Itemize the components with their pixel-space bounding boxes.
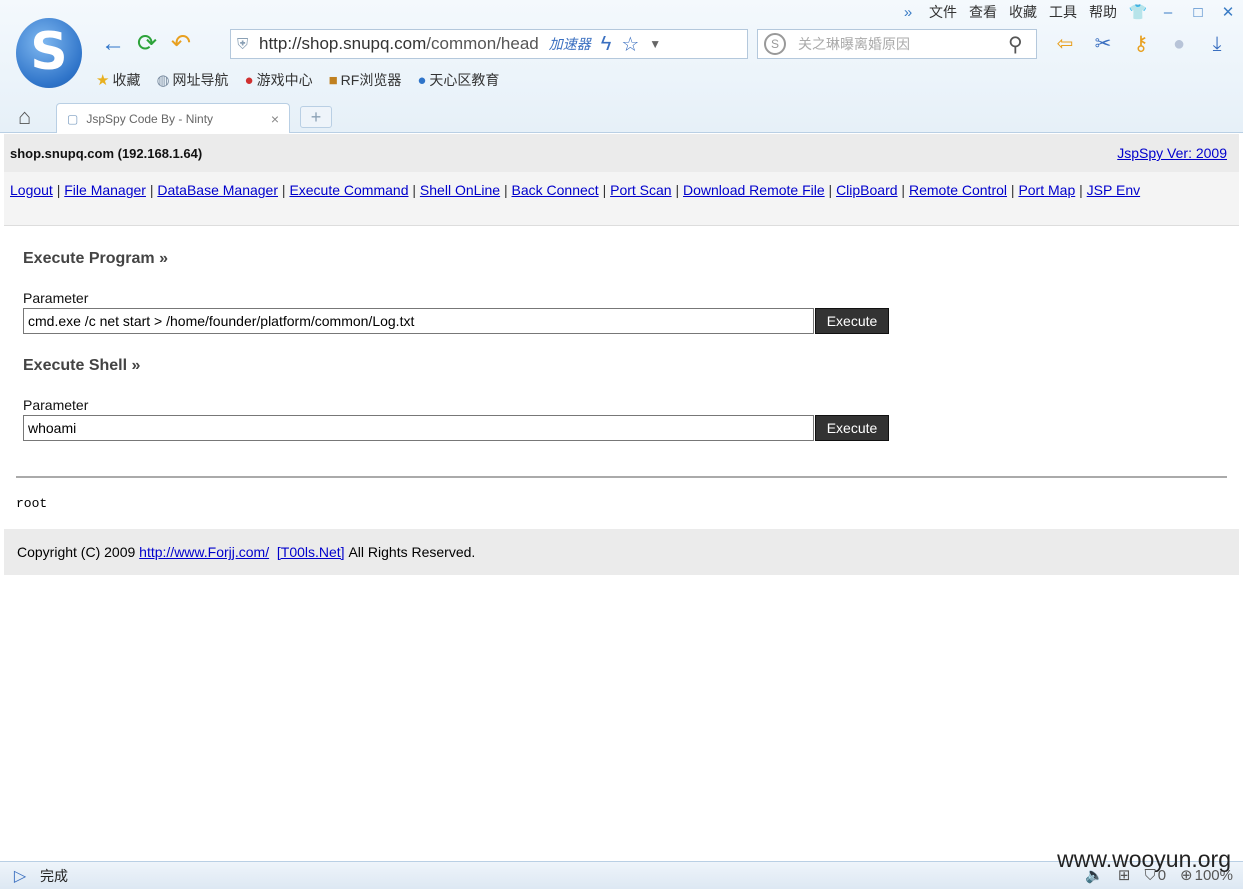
menu-back-connect[interactable]: Back Connect xyxy=(512,182,599,198)
download-icon[interactable]: ⤓ xyxy=(1198,30,1236,58)
menu-logout[interactable]: Logout xyxy=(10,182,53,198)
more-options-icon[interactable]: ● xyxy=(1160,30,1198,58)
forjj-link[interactable]: http://www.Forjj.com/ xyxy=(139,544,269,560)
program-parameter-input[interactable] xyxy=(23,308,814,334)
page-icon: ▢ xyxy=(67,111,79,126)
address-url-path: /common/head xyxy=(426,34,539,53)
sidebar-toggle-icon[interactable]: ▷ xyxy=(0,866,40,886)
execute-program-button[interactable]: Execute xyxy=(815,308,889,334)
menu-port-map[interactable]: Port Map xyxy=(1018,182,1075,198)
back-arrow-icon[interactable]: ← xyxy=(96,30,130,58)
version-link[interactable]: JspSpy Ver: 2009 xyxy=(1117,145,1227,161)
page-content: shop.snupq.com (192.168.1.64) JspSpy Ver… xyxy=(4,134,1239,860)
baidu-icon: ● xyxy=(417,71,427,89)
menu-jsp-env[interactable]: JSP Env xyxy=(1087,182,1140,198)
menu-view[interactable]: 查看 xyxy=(963,2,1003,22)
star-icon: ★ xyxy=(96,72,110,89)
shell-parameter-label: Parameter xyxy=(23,397,89,413)
search-icon[interactable]: ⚲ xyxy=(1008,32,1036,57)
menu-port-scan[interactable]: Port Scan xyxy=(610,182,671,198)
fav-rf-browser[interactable]: ■ RF浏览器 xyxy=(329,70,402,90)
globe-icon: ◍ xyxy=(156,72,170,89)
menu-remote-control[interactable]: Remote Control xyxy=(909,182,1007,198)
t00ls-link[interactable]: [T00ls.Net] xyxy=(277,544,345,560)
toolbar-icons: ⇦ ✂ ⚷ ● ⤓ xyxy=(1046,30,1236,58)
execute-program-title: Execute Program » xyxy=(23,250,168,267)
execute-program-section: Execute Program » Parameter Execute xyxy=(23,250,889,334)
fav-education[interactable]: ● 天心区教育 xyxy=(417,70,499,90)
close-tab-icon[interactable]: × xyxy=(271,111,279,127)
footer: Copyright (C) 2009 http://www.Forjj.com/… xyxy=(4,529,1239,575)
menu-clipboard[interactable]: ClipBoard xyxy=(836,182,897,198)
tab-active[interactable]: ▢ JspSpy Code By - Ninty × xyxy=(56,103,290,133)
execute-shell-section: Execute Shell » Parameter Execute xyxy=(23,357,889,441)
program-parameter-label: Parameter xyxy=(23,290,89,306)
skin-icon[interactable]: 👕 xyxy=(1123,3,1153,21)
refresh-icon[interactable]: ⟳ xyxy=(130,30,164,58)
tab-title: JspSpy Code By - Ninty xyxy=(86,111,214,126)
fav-game-center[interactable]: ● 游戏中心 xyxy=(245,70,313,90)
minimize-icon[interactable]: – xyxy=(1153,4,1183,21)
fav-bookmarks[interactable]: ★ 收藏 xyxy=(96,70,140,90)
new-tab-button[interactable]: + xyxy=(300,106,332,128)
app-icon: ■ xyxy=(328,71,338,89)
undo-close-icon[interactable]: ↶ xyxy=(164,30,198,58)
key-icon[interactable]: ⚷ xyxy=(1122,30,1160,58)
tab-strip: ⌂ ▢ JspSpy Code By - Ninty × + xyxy=(0,100,1243,133)
menu-tools[interactable]: 工具 xyxy=(1043,2,1083,22)
browser-logo-icon: S xyxy=(16,18,82,88)
divider xyxy=(16,476,1227,478)
menu-database-manager[interactable]: DataBase Manager xyxy=(157,182,278,198)
address-url-host: http://shop.snupq.com xyxy=(259,34,427,53)
star-icon[interactable]: ☆ xyxy=(621,32,639,57)
host-info: shop.snupq.com (192.168.1.64) xyxy=(10,145,203,161)
close-window-icon[interactable]: ✕ xyxy=(1213,3,1243,21)
fav-site-nav[interactable]: ◍ 网址导航 xyxy=(156,70,228,90)
menu-help[interactable]: 帮助 xyxy=(1083,2,1123,22)
status-text: 完成 xyxy=(40,867,68,884)
address-bar[interactable]: ⛨ http://shop.snupq.com /common/head 加速器… xyxy=(230,29,748,59)
chevron-right-icon: » xyxy=(131,357,141,374)
game-icon: ● xyxy=(244,71,254,89)
execute-shell-title: Execute Shell » xyxy=(23,357,141,374)
favorites-bar: ★ 收藏 ◍ 网址导航 ● 游戏中心 ■ RF浏览器 ● 天心区教育 xyxy=(96,70,515,90)
browser-menubar: » 文件 查看 收藏 工具 帮助 👕 – □ ✕ xyxy=(893,2,1243,22)
menu-file[interactable]: 文件 xyxy=(923,2,963,22)
shield-icon: ⛨ xyxy=(237,35,249,53)
host-bar: shop.snupq.com (192.168.1.64) JspSpy Ver… xyxy=(4,134,1239,172)
chevron-right-icon: » xyxy=(159,250,168,267)
address-dropdown-icon[interactable]: ▼ xyxy=(649,37,661,51)
browser-chrome: S » 文件 查看 收藏 工具 帮助 👕 – □ ✕ ← ⟳ ↶ ⛨ http:… xyxy=(0,0,1243,133)
lightning-icon[interactable]: ϟ xyxy=(601,33,612,56)
accelerator-label[interactable]: 加速器 xyxy=(549,34,591,54)
rights-text: All Rights Reserved. xyxy=(348,544,476,560)
search-box[interactable]: S 关之琳曝离婚原因 ⚲ xyxy=(757,29,1037,59)
screenshot-scissors-icon[interactable]: ✂ xyxy=(1084,30,1122,58)
menu-favorites[interactable]: 收藏 xyxy=(1003,2,1043,22)
menu-download-remote-file[interactable]: Download Remote File xyxy=(683,182,825,198)
search-engine-icon[interactable]: S xyxy=(764,33,786,55)
menu-execute-command[interactable]: Execute Command xyxy=(289,182,408,198)
execute-shell-button[interactable]: Execute xyxy=(815,415,889,441)
search-placeholder: 关之琳曝离婚原因 xyxy=(798,36,910,52)
menu-file-manager[interactable]: File Manager xyxy=(64,182,146,198)
function-menu: Logout | File Manager | DataBase Manager… xyxy=(4,172,1239,226)
watermark: www.wooyun.org xyxy=(1057,846,1231,872)
menu-shell-online[interactable]: Shell OnLine xyxy=(420,182,500,198)
command-output: root xyxy=(16,496,48,511)
nav-buttons: ← ⟳ ↶ xyxy=(96,30,198,58)
shell-parameter-input[interactable] xyxy=(23,415,814,441)
maximize-icon[interactable]: □ xyxy=(1183,4,1213,21)
home-icon[interactable]: ⌂ xyxy=(18,104,31,130)
more-chevron-icon[interactable]: » xyxy=(893,4,923,21)
copyright-text: Copyright (C) 2009 xyxy=(17,544,136,560)
login-icon[interactable]: ⇦ xyxy=(1046,30,1084,58)
